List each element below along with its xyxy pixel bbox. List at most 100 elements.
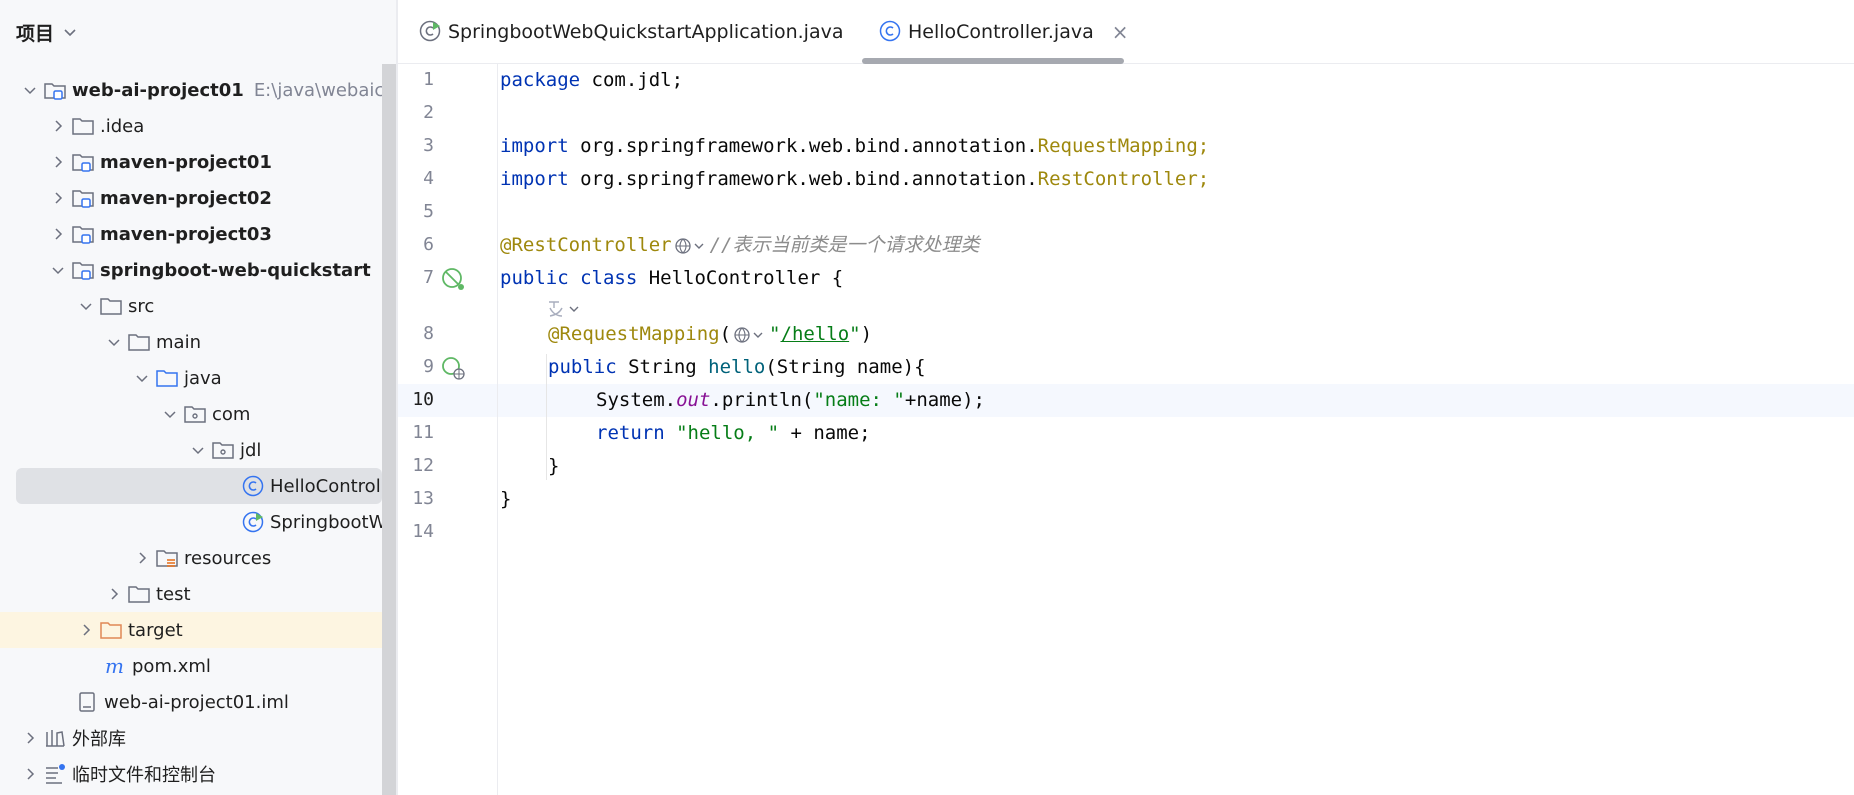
chevron-down-icon[interactable]: [46, 258, 70, 282]
tree-item-label: 临时文件和控制台: [72, 765, 216, 786]
package-icon: [210, 437, 236, 463]
source-folder-icon: [154, 365, 180, 391]
tree-item-target[interactable]: target: [0, 612, 382, 648]
tab-springboot-application[interactable]: SpringbootWebQuickstartApplication.java: [398, 0, 858, 64]
string-literal: "hello, ": [676, 422, 780, 444]
code-text: ;: [1197, 168, 1210, 190]
tree-item-label: target: [128, 619, 183, 641]
keyword: return: [596, 422, 665, 444]
class-icon: [240, 473, 266, 499]
tree-item-external-libraries[interactable]: 外部库: [0, 720, 382, 756]
tree-item-springboot-application[interactable]: SpringbootWebQuickstartApplication: [0, 504, 382, 540]
code-text: String: [616, 356, 709, 378]
editor-tab-bar: SpringbootWebQuickstartApplication.java …: [398, 0, 1854, 64]
tree-item-src[interactable]: src: [0, 288, 382, 324]
close-tab-icon[interactable]: ×: [1112, 20, 1129, 44]
tree-item-label: web-ai-project01.iml: [104, 691, 289, 713]
chevron-down-icon[interactable]: [74, 294, 98, 318]
tree-item-label: pom.xml: [132, 655, 211, 677]
url-string[interactable]: /hello: [781, 323, 850, 345]
code-text: .println(: [710, 389, 814, 411]
code-line-6: @RestController //表示当前类是一个请求处理类: [500, 229, 979, 262]
web-endpoint-inlay-icon[interactable]: [733, 325, 767, 345]
project-title[interactable]: 项目: [16, 19, 54, 46]
line-number: 9: [423, 356, 434, 377]
editor-gutter[interactable]: 1 2 3 4 5 6 7 8 9 10 11 12 13 14: [398, 64, 498, 795]
excluded-folder-icon: [98, 617, 124, 643]
module-folder-icon: [70, 221, 96, 247]
tree-item-label: 外部库: [72, 729, 126, 750]
tree-item-label: resources: [184, 547, 272, 569]
spring-bean-gutter-icon[interactable]: [440, 266, 466, 292]
tree-item-label: test: [156, 583, 191, 605]
code-editor[interactable]: package com.jdl; import org.springframew…: [498, 64, 1854, 795]
chevron-down-icon[interactable]: [186, 438, 210, 462]
folder-icon: [126, 581, 152, 607]
chevron-right-icon[interactable]: [18, 726, 42, 750]
chevron-right-icon[interactable]: [46, 114, 70, 138]
editor-area: SpringbootWebQuickstartApplication.java …: [398, 0, 1854, 795]
tree-item-maven-project01[interactable]: maven-project01: [0, 144, 382, 180]
static-field: out: [676, 389, 711, 411]
tree-item-resources[interactable]: resources: [0, 540, 382, 576]
code-vision-inlay[interactable]: [546, 298, 586, 320]
chevron-right-icon[interactable]: [18, 762, 42, 786]
tree-item-web-ai-project01[interactable]: web-ai-project01 E:\java\webaicode\: [0, 72, 382, 108]
tree-item-hellocontroller[interactable]: HelloController: [16, 468, 382, 504]
chevron-down-icon[interactable]: [62, 24, 78, 40]
tree-item-label: HelloController: [270, 475, 382, 497]
code-line-12: }: [548, 450, 559, 483]
tree-item-springboot-web-quickstart[interactable]: springboot-web-quickstart: [0, 252, 382, 288]
tree-item-idea[interactable]: .idea: [0, 108, 382, 144]
tree-item-label: web-ai-project01: [72, 79, 244, 101]
web-endpoint-inlay-icon[interactable]: [674, 236, 708, 256]
module-folder-icon: [70, 257, 96, 283]
tree-item-maven-project03[interactable]: maven-project03: [0, 216, 382, 252]
line-number: 11: [412, 422, 434, 443]
tree-item-scratches-and-consoles[interactable]: 临时文件和控制台: [0, 756, 382, 792]
tree-scrollbar[interactable]: [382, 64, 396, 795]
tree-item-jdl[interactable]: jdl: [0, 432, 382, 468]
chevron-down-icon[interactable]: [18, 78, 42, 102]
chevron-right-icon[interactable]: [46, 186, 70, 210]
chevron-down-icon[interactable]: [158, 402, 182, 426]
code-line-3: import org.springframework.web.bind.anno…: [500, 130, 1209, 163]
project-header[interactable]: 项目: [0, 0, 396, 64]
line-number: 12: [412, 455, 434, 476]
chevron-right-icon[interactable]: [46, 222, 70, 246]
indent-guide: [546, 354, 547, 480]
code-text: ;: [1197, 135, 1210, 157]
tree-item-pom-xml[interactable]: m pom.xml: [0, 648, 382, 684]
tree-item-label: com: [212, 403, 251, 425]
keyword: public: [500, 267, 569, 289]
line-number: 13: [412, 488, 434, 509]
tree-item-java[interactable]: java: [0, 360, 382, 396]
package-icon: [182, 401, 208, 427]
chevron-down-icon[interactable]: [102, 330, 126, 354]
tree-item-iml[interactable]: web-ai-project01.iml: [0, 684, 382, 720]
chevron-right-icon[interactable]: [130, 546, 154, 570]
code-line-9: public String hello(String name){: [548, 351, 926, 384]
tree-item-maven-project02[interactable]: maven-project02: [0, 180, 382, 216]
tree-item-label: maven-project02: [100, 187, 272, 209]
tab-hellocontroller[interactable]: HelloController.java ×: [858, 0, 1129, 64]
tree-item-label: springboot-web-quickstart: [100, 259, 371, 281]
request-mapping-gutter-icon[interactable]: [440, 355, 466, 381]
string-quote: ": [849, 323, 861, 345]
code-text: + name;: [779, 422, 871, 444]
line-number: 7: [423, 267, 434, 288]
code-text: +name);: [904, 389, 985, 411]
tree-item-test[interactable]: test: [0, 576, 382, 612]
code-text: (String name){: [765, 356, 926, 378]
tab-label: HelloController.java: [908, 21, 1094, 43]
chevron-right-icon[interactable]: [74, 618, 98, 642]
chevron-right-icon[interactable]: [46, 150, 70, 174]
code-line-1: package com.jdl;: [500, 64, 683, 97]
chevron-down-icon[interactable]: [130, 366, 154, 390]
tree-item-com[interactable]: com: [0, 396, 382, 432]
keyword: package: [500, 69, 581, 91]
code-text: org.springframework.web.bind.annotation.: [568, 135, 1038, 157]
tree-item-main[interactable]: main: [0, 324, 382, 360]
chevron-right-icon[interactable]: [102, 582, 126, 606]
